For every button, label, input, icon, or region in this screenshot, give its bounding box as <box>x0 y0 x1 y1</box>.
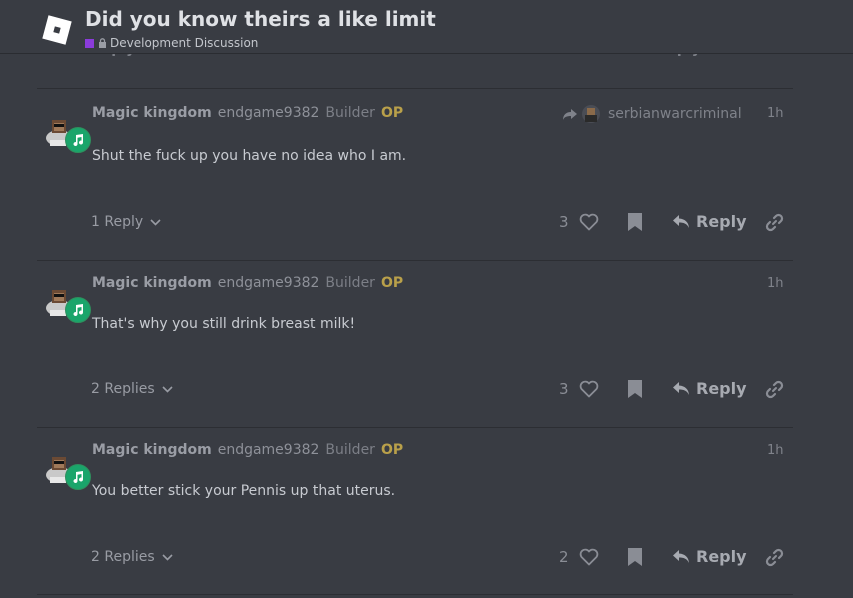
post-body: Shut the fuck up you have no idea who I … <box>92 148 407 164</box>
author-title: Builder <box>325 442 375 458</box>
roblox-logo-icon[interactable] <box>40 13 74 47</box>
post-divider <box>37 260 793 261</box>
heart-icon[interactable] <box>579 548 599 566</box>
post-body: That's why you still drink breast milk! <box>92 316 356 332</box>
music-flair-icon <box>65 464 91 490</box>
show-replies-button[interactable]: 1 Reply <box>91 214 161 230</box>
op-badge: OP <box>380 275 404 291</box>
lock-icon <box>99 38 106 48</box>
author-full-name[interactable]: Magic kingdom <box>92 442 212 458</box>
chevron-down-icon <box>162 553 173 561</box>
author-username[interactable]: endgame9382 <box>218 275 320 291</box>
chevron-down-icon <box>150 218 161 226</box>
show-replies-button[interactable]: 2 Replies <box>91 549 173 565</box>
post-date[interactable]: 1h <box>767 443 784 458</box>
share-arrow-icon <box>563 108 577 120</box>
post-divider <box>37 594 793 595</box>
reply-arrow-icon <box>673 382 689 395</box>
chevron-down-icon <box>162 385 173 393</box>
music-flair-icon <box>65 297 91 323</box>
post-divider <box>37 427 793 428</box>
post-author: Magic kingdom endgame9382 Builder OP <box>92 105 403 121</box>
post-body: You better stick your Pennis up that ute… <box>92 483 396 499</box>
show-replies-button[interactable]: 2 Replies <box>91 381 173 397</box>
reply-button[interactable]: Reply <box>672 547 747 566</box>
music-flair-icon <box>65 127 91 153</box>
category-link[interactable]: Development Discussion <box>85 36 258 50</box>
reply-to-avatar <box>582 105 600 123</box>
category-badge <box>85 38 94 48</box>
like-count[interactable]: 2 <box>559 548 569 566</box>
link-icon[interactable] <box>765 213 784 232</box>
topic-header: Did you know theirs a like limit Develop… <box>0 0 853 54</box>
post-divider <box>37 88 793 89</box>
op-badge: OP <box>380 442 404 458</box>
like-count[interactable]: 3 <box>559 380 569 398</box>
heart-icon[interactable] <box>579 213 599 231</box>
post-date[interactable]: 1h <box>767 106 784 121</box>
reply-arrow-icon <box>673 550 689 563</box>
link-icon[interactable] <box>765 548 784 567</box>
op-badge: OP <box>380 105 404 121</box>
reply-to-username: serbianwarcriminal <box>608 106 742 122</box>
reply-button[interactable]: Reply <box>672 212 747 231</box>
heart-icon[interactable] <box>579 380 599 398</box>
bookmark-icon[interactable] <box>627 212 643 232</box>
post-date[interactable]: 1h <box>767 276 784 291</box>
author-title: Builder <box>325 105 375 121</box>
post-author: Magic kingdom endgame9382 Builder OP <box>92 275 403 291</box>
author-title: Builder <box>325 275 375 291</box>
reply-label: Reply <box>696 212 747 231</box>
topic-title[interactable]: Did you know theirs a like limit <box>85 7 436 31</box>
category-name: Development Discussion <box>110 36 259 50</box>
like-count[interactable]: 3 <box>559 213 569 231</box>
reply-to-tab[interactable]: serbianwarcriminal <box>562 105 742 123</box>
bookmark-icon[interactable] <box>627 379 643 399</box>
reply-arrow-icon <box>673 215 689 228</box>
link-icon[interactable] <box>765 380 784 399</box>
replies-count-label: 2 Replies <box>91 381 155 397</box>
reply-button[interactable]: Reply <box>672 379 747 398</box>
reply-label: Reply <box>696 379 747 398</box>
reply-label: Reply <box>696 547 747 566</box>
author-full-name[interactable]: Magic kingdom <box>92 105 212 121</box>
author-username[interactable]: endgame9382 <box>218 442 320 458</box>
bookmark-icon[interactable] <box>627 547 643 567</box>
author-full-name[interactable]: Magic kingdom <box>92 275 212 291</box>
post-author: Magic kingdom endgame9382 Builder OP <box>92 442 403 458</box>
replies-count-label: 2 Replies <box>91 549 155 565</box>
replies-count-label: 1 Reply <box>91 214 144 230</box>
author-username[interactable]: endgame9382 <box>218 105 320 121</box>
